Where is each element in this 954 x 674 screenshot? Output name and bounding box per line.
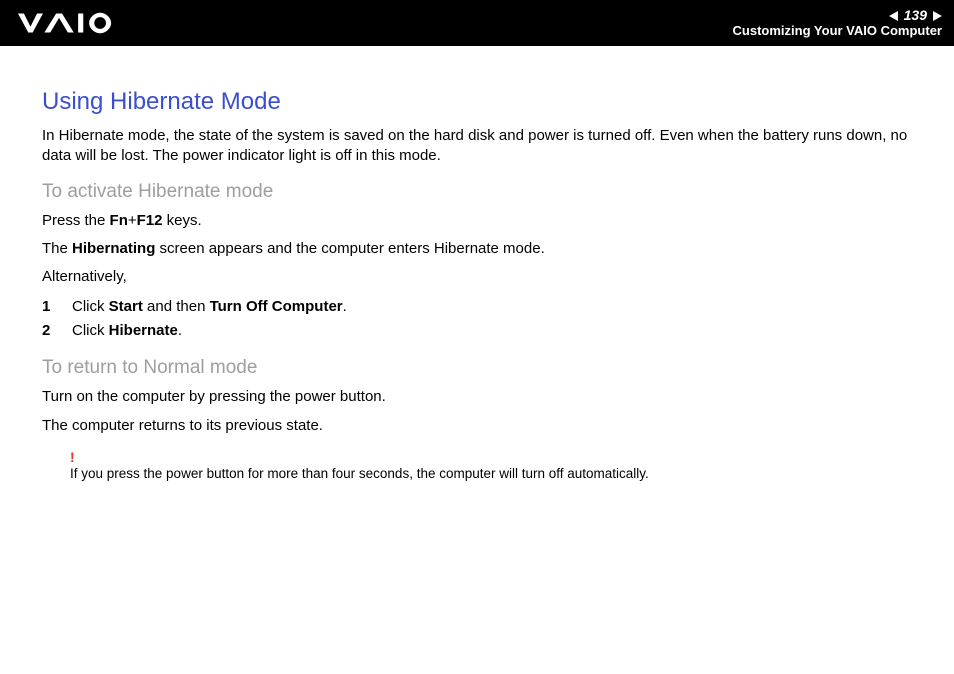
- note-text: If you press the power button for more t…: [70, 466, 649, 481]
- activate-heading: To activate Hibernate mode: [42, 181, 912, 203]
- return-p2: The computer returns to its previous sta…: [42, 416, 912, 436]
- header-right: 139 Customizing Your VAIO Computer: [733, 8, 942, 38]
- press-keys-line: Press the Fn+F12 keys.: [42, 211, 912, 231]
- caution-note: ! If you press the power button for more…: [42, 450, 912, 481]
- text: screen appears and the computer enters H…: [155, 240, 544, 257]
- text: keys.: [162, 212, 201, 229]
- text: .: [343, 298, 347, 315]
- text: Click: [72, 298, 109, 315]
- bold-hibernating: Hibernating: [72, 240, 155, 257]
- return-heading: To return to Normal mode: [42, 357, 912, 379]
- exclamation-icon: !: [70, 450, 912, 464]
- intro-paragraph: In Hibernate mode, the state of the syst…: [42, 126, 912, 167]
- step-text: Click Hibernate.: [72, 319, 182, 343]
- step-number: 1: [42, 295, 72, 319]
- text: The: [42, 240, 72, 257]
- step-2: 2 Click Hibernate.: [42, 319, 912, 343]
- page-title: Using Hibernate Mode: [42, 88, 912, 116]
- section-title: Customizing Your VAIO Computer: [733, 24, 942, 38]
- text: and then: [143, 298, 210, 315]
- prev-page-icon[interactable]: [889, 11, 898, 21]
- page-navigator: 139: [733, 8, 942, 23]
- alternatively: Alternatively,: [42, 267, 912, 287]
- text: Click: [72, 322, 109, 339]
- key-fn: Fn: [110, 212, 128, 229]
- steps-list: 1 Click Start and then Turn Off Computer…: [42, 295, 912, 343]
- step-1: 1 Click Start and then Turn Off Computer…: [42, 295, 912, 319]
- text: Press the: [42, 212, 110, 229]
- next-page-icon[interactable]: [933, 11, 942, 21]
- bold-start: Start: [109, 298, 143, 315]
- text: +: [128, 212, 137, 229]
- hibernating-line: The Hibernating screen appears and the c…: [42, 239, 912, 259]
- vaio-logo: [18, 12, 135, 34]
- bold-turn-off: Turn Off Computer: [210, 298, 343, 315]
- return-p1: Turn on the computer by pressing the pow…: [42, 387, 912, 407]
- bold-hibernate: Hibernate: [109, 322, 178, 339]
- text: .: [178, 322, 182, 339]
- step-text: Click Start and then Turn Off Computer.: [72, 295, 347, 319]
- header-bar: 139 Customizing Your VAIO Computer: [0, 0, 954, 46]
- page-number: 139: [904, 8, 927, 23]
- step-number: 2: [42, 319, 72, 343]
- key-f12: F12: [137, 212, 163, 229]
- page-content: Using Hibernate Mode In Hibernate mode, …: [0, 46, 954, 481]
